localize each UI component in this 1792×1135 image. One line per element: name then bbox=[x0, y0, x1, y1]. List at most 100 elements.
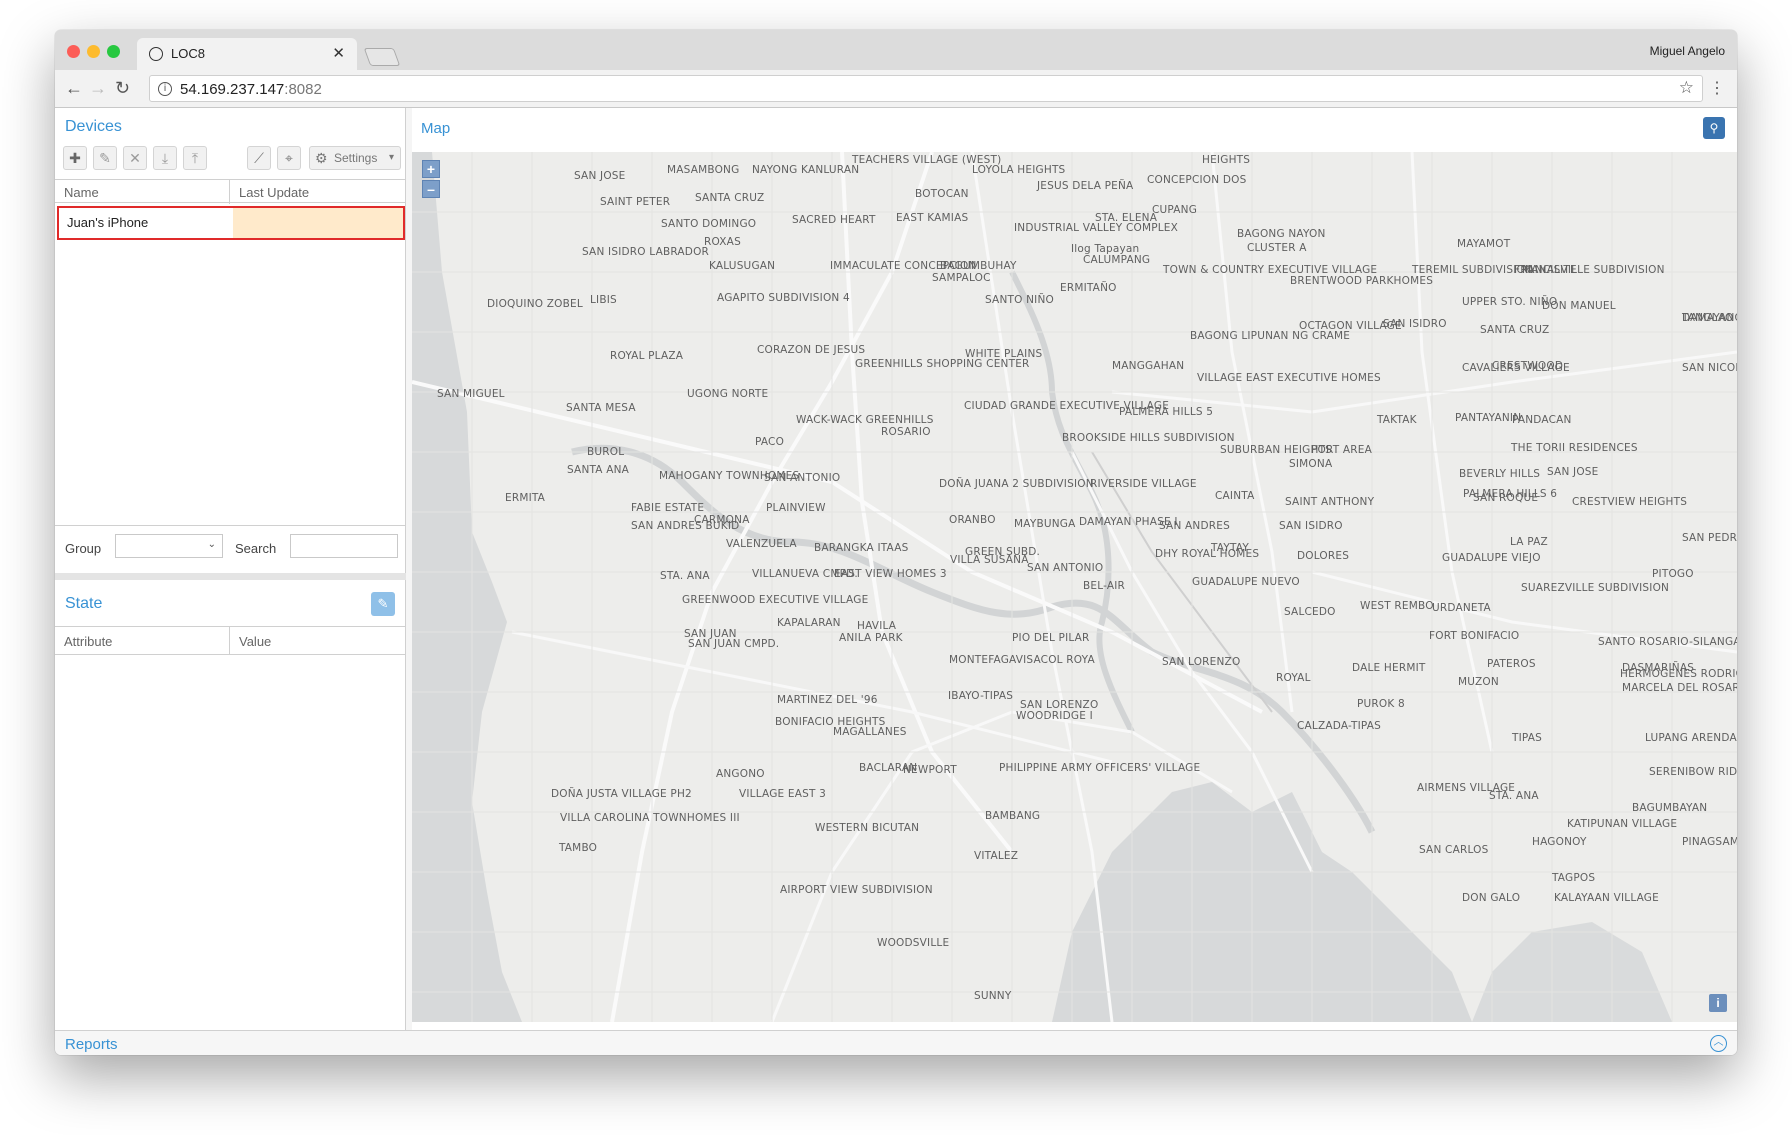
map-place-label: PUROK 8 bbox=[1357, 698, 1405, 710]
gear-icon: ⚙ bbox=[315, 150, 328, 166]
state-title: State bbox=[65, 595, 103, 612]
map-place-label: FORT BONIFACIO bbox=[1429, 630, 1520, 642]
close-tab-icon[interactable]: ✕ bbox=[332, 44, 345, 62]
locate-crosshair-icon[interactable]: ⌖ bbox=[277, 146, 301, 170]
zoom-in-button[interactable]: + bbox=[422, 160, 440, 178]
close-window-button[interactable] bbox=[67, 45, 80, 58]
map-place-label: ANGONO bbox=[716, 768, 765, 780]
map-place-label: SALCEDO bbox=[1284, 606, 1336, 618]
last-update-cell[interactable] bbox=[233, 208, 403, 238]
map-place-label: GUADALUPE VIEJO bbox=[1442, 552, 1541, 564]
new-tab-button[interactable] bbox=[363, 48, 401, 66]
devices-grid-header: Name Last Update bbox=[55, 179, 405, 204]
map-place-label: DIOQUINO ZOBEL bbox=[487, 298, 583, 310]
settings-button[interactable]: ⚙ Settings ▾ bbox=[309, 146, 401, 170]
state-grid-header: Attribute Value bbox=[55, 626, 405, 655]
map-place-label: CRESTWOOD bbox=[1492, 360, 1564, 372]
forward-icon[interactable]: → bbox=[89, 78, 107, 99]
zoom-out-button[interactable]: – bbox=[422, 180, 440, 198]
map-place-label: SAN ISIDRO bbox=[1279, 520, 1343, 532]
map-place-label: SANTA MESA bbox=[566, 402, 636, 414]
map-place-label: NAYONG KANLURAN bbox=[752, 164, 860, 176]
map-place-label: BAGUMBAYAN bbox=[1632, 802, 1708, 814]
map-place-label: KALAYAAN VILLAGE bbox=[1554, 892, 1659, 904]
map-place-label: SANTA CRUZ bbox=[1480, 324, 1550, 336]
download-icon[interactable]: ⤓ bbox=[153, 146, 177, 170]
map-info-icon[interactable]: i bbox=[1709, 994, 1727, 1012]
map-place-label: FABIE ESTATE bbox=[631, 502, 705, 514]
map-place-label: SAN ROQUE bbox=[1473, 492, 1539, 504]
minimize-window-button[interactable] bbox=[87, 45, 100, 58]
devices-title: Devices bbox=[65, 118, 122, 135]
layers-icon[interactable]: ⚲ bbox=[1703, 117, 1725, 139]
edit-state-button[interactable]: ✎ bbox=[371, 592, 395, 616]
map-place-label: DALE HERMIT bbox=[1352, 662, 1426, 674]
maximize-window-button[interactable] bbox=[107, 45, 120, 58]
profile-name[interactable]: Miguel Angelo bbox=[1650, 44, 1725, 58]
map-canvas[interactable]: MASAMBONG NAYONG KANLURAN TEACHERS VILLAGE… bbox=[412, 152, 1737, 1022]
map-place-label: SAN JOSE bbox=[574, 170, 626, 182]
search-label: Search bbox=[235, 541, 277, 556]
add-device-button[interactable]: ✚ bbox=[63, 146, 87, 170]
browser-toolbar: ← → ↻ i 54.169.237.147:8082 ☆ ⋮ bbox=[55, 70, 1737, 108]
tab-title: LOC8 bbox=[171, 46, 205, 61]
map-place-label: Ilog Tapayan bbox=[1071, 243, 1140, 255]
column-header-last-update[interactable]: Last Update bbox=[239, 185, 309, 200]
follow-toggle-icon[interactable]: ⟋ bbox=[247, 146, 271, 170]
reports-title[interactable]: Reports bbox=[65, 1036, 118, 1053]
column-header-name[interactable]: Name bbox=[64, 185, 99, 200]
map-place-label: PACO bbox=[755, 436, 785, 448]
reload-icon[interactable]: ↻ bbox=[115, 78, 130, 99]
map-place-label: ANILA PARK bbox=[839, 632, 903, 644]
map-place-label: ROXAS bbox=[704, 236, 741, 248]
panel-splitter[interactable] bbox=[55, 573, 406, 580]
device-name-cell[interactable]: Juan's iPhone bbox=[59, 208, 232, 238]
map-place-label: CRESTVIEW HEIGHTS bbox=[1572, 496, 1688, 508]
map-place-label: LOYOLA HEIGHTS bbox=[972, 164, 1066, 176]
map-place-label: TAGPOS bbox=[1552, 872, 1596, 884]
map-place-label: AIRPORT VIEW SUBDIVISION bbox=[780, 884, 933, 896]
url-text[interactable]: 54.169.237.147:8082 bbox=[180, 81, 322, 98]
map-place-label: EAST KAMIAS bbox=[896, 212, 969, 224]
map-place-label: WEST REMBO bbox=[1360, 600, 1434, 612]
map-place-label: SAINT ANTHONY bbox=[1285, 496, 1375, 508]
edit-device-button[interactable]: ✎ bbox=[93, 146, 117, 170]
map-place-label: SIMONA bbox=[1289, 458, 1333, 470]
browser-tab[interactable]: LOC8 ✕ bbox=[137, 38, 357, 70]
url-port: :8082 bbox=[284, 81, 322, 98]
map-place-label: CALUMPANG bbox=[1083, 254, 1151, 266]
column-header-attribute[interactable]: Attribute bbox=[64, 634, 112, 649]
state-panel: State ✎ Attribute Value bbox=[55, 580, 406, 1030]
map-place-label: DON GALO bbox=[1462, 892, 1521, 904]
reports-bar: Reports ︿ bbox=[55, 1030, 1737, 1055]
map-place-label: FRANCISVILLE SUBDIVISION bbox=[1514, 264, 1665, 276]
back-icon[interactable]: ← bbox=[65, 78, 83, 99]
map-place-label: BAMBANG bbox=[985, 810, 1041, 822]
table-row[interactable]: Juan's iPhone bbox=[57, 206, 405, 240]
map-place-label: BROOKSIDE HILLS SUBDIVISION bbox=[1062, 432, 1235, 444]
map-place-label: INDUSTRIAL VALLEY COMPLEX bbox=[1014, 222, 1179, 234]
map-place-label: SAMPALOC bbox=[932, 272, 991, 284]
map-place-label: SAN ANDRES BUKID bbox=[631, 520, 740, 532]
map-place-label: SANTO DOMINGO bbox=[661, 218, 757, 230]
address-bar[interactable]: i 54.169.237.147:8082 ☆ bbox=[149, 75, 1703, 102]
map-panel: Map ⚲ MASAMBONG NAYONG KANLURAN TEACHERS… bbox=[412, 108, 1737, 1030]
map-place-label: VALENZUELA bbox=[726, 538, 797, 550]
remove-device-button[interactable]: ✕ bbox=[123, 146, 147, 170]
expand-up-icon[interactable]: ︿ bbox=[1710, 1035, 1727, 1052]
map-place-label: BUROL bbox=[587, 446, 625, 458]
bookmark-star-icon[interactable]: ☆ bbox=[1679, 78, 1694, 98]
browser-window: LOC8 ✕ Miguel Angelo ← → ↻ i 54.169.237.… bbox=[55, 30, 1737, 1055]
map-place-label: URDANETA bbox=[1432, 602, 1491, 614]
column-header-value[interactable]: Value bbox=[239, 634, 271, 649]
info-icon[interactable]: i bbox=[158, 82, 172, 96]
search-input[interactable] bbox=[290, 534, 398, 558]
column-divider bbox=[229, 180, 230, 204]
group-select[interactable]: ⌄ bbox=[115, 534, 223, 558]
map-place-label: BEVERLY HILLS bbox=[1459, 468, 1541, 480]
browser-menu-icon[interactable]: ⋮ bbox=[1709, 78, 1725, 98]
map-place-label: ORANBO bbox=[949, 514, 996, 526]
upload-icon[interactable]: ⤒ bbox=[183, 146, 207, 170]
map-place-label: BAGUMBUHAY bbox=[940, 260, 1017, 272]
map-place-label: SUAREZVILLE SUBDIVISION bbox=[1521, 582, 1670, 594]
